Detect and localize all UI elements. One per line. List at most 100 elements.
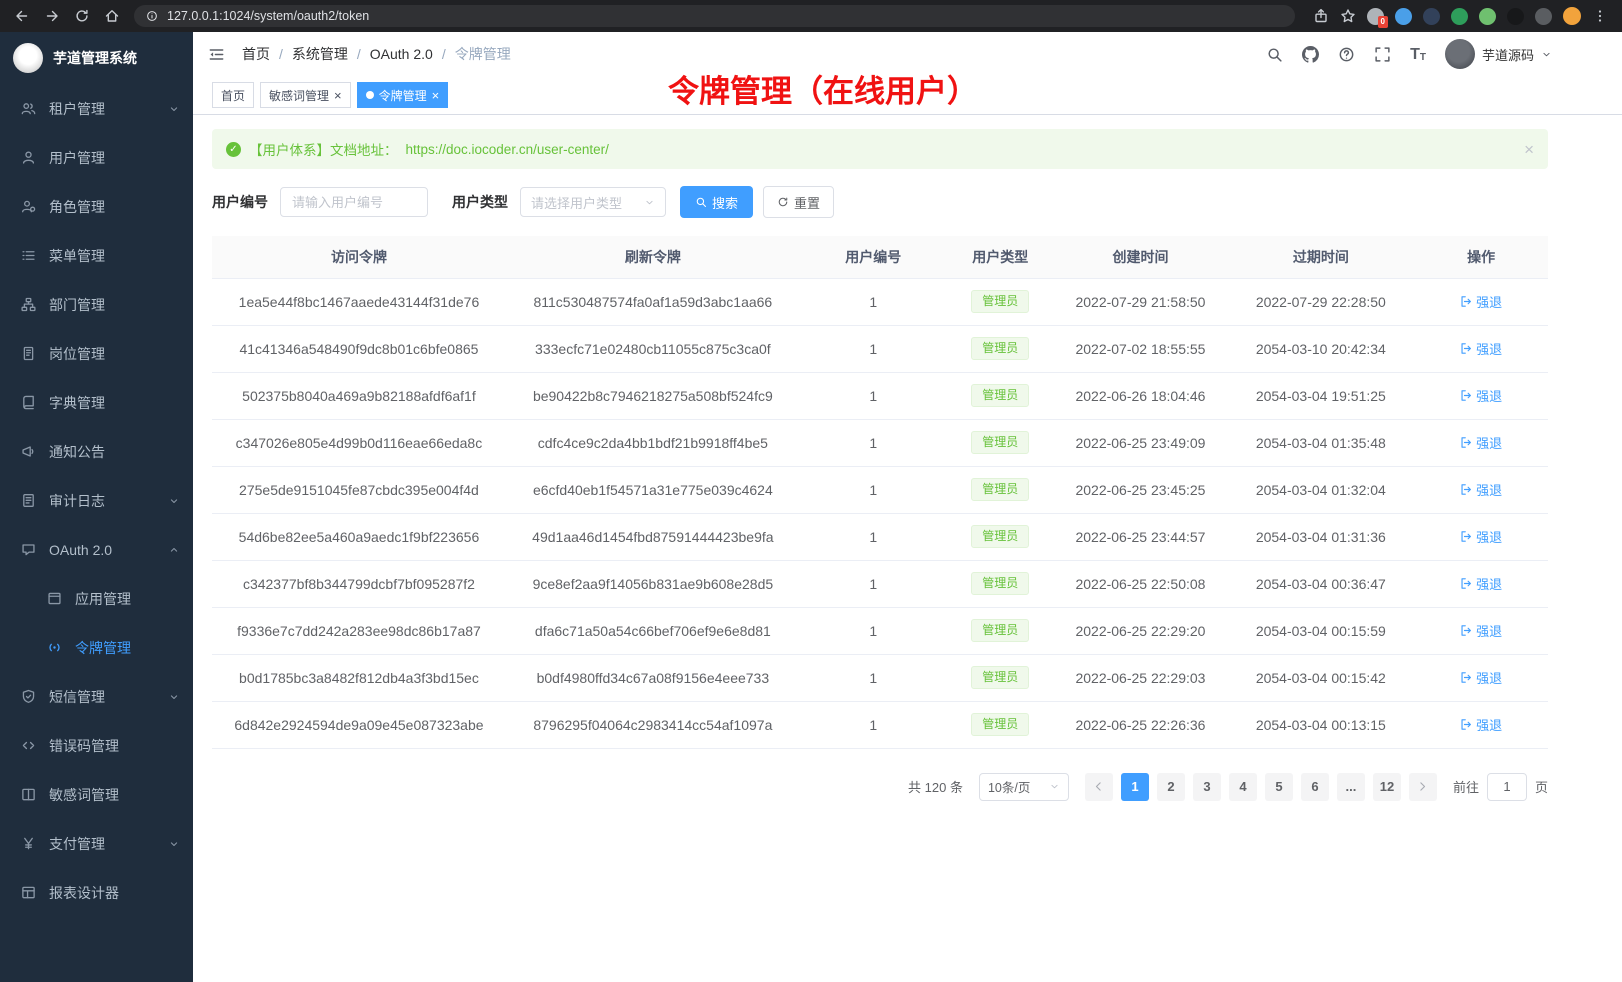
user-id-input[interactable] (280, 187, 428, 217)
sidebar-item-errcode[interactable]: 错误码管理 (0, 721, 193, 770)
sidebar-item-menu[interactable]: 菜单管理 (0, 231, 193, 280)
audit-icon (21, 493, 36, 508)
extension-navy-icon[interactable] (1423, 8, 1440, 25)
tab-item[interactable]: 令牌管理× (357, 82, 449, 108)
force-logout-button[interactable]: 强退 (1460, 480, 1502, 499)
sidebar-collapse-icon[interactable] (208, 46, 225, 63)
actions-cell: 强退 (1414, 560, 1548, 607)
user-menu[interactable]: 芋道源码 (1445, 39, 1552, 69)
forward-icon[interactable] (44, 8, 60, 24)
user-type-cell: 管理员 (947, 325, 1054, 372)
extension-green-icon[interactable] (1451, 8, 1468, 25)
page-button-2[interactable]: 2 (1157, 773, 1185, 801)
force-logout-button[interactable]: 强退 (1460, 621, 1502, 640)
user-id-cell: 1 (800, 560, 947, 607)
active-tab-dot (366, 91, 374, 99)
extension-puzzle-icon[interactable]: 0 (1367, 8, 1384, 25)
extension-gray-icon[interactable] (1535, 8, 1552, 25)
page-button-6[interactable]: 6 (1301, 773, 1329, 801)
breadcrumb-item[interactable]: 系统管理 (292, 44, 348, 64)
force-logout-label: 强退 (1476, 292, 1502, 311)
more-pages-button[interactable]: ... (1337, 773, 1365, 801)
sidebar-item-app[interactable]: 应用管理 (0, 574, 193, 623)
table-row: f9336e7c7dd242a283ee98dc86b17a87dfa6c71a… (212, 607, 1548, 654)
fullscreen-icon[interactable] (1374, 46, 1391, 63)
sidebar-item-oauth[interactable]: OAuth 2.0 (0, 525, 193, 574)
sidebar-menu: 租户管理用户管理角色管理菜单管理部门管理岗位管理字典管理通知公告审计日志OAut… (0, 84, 193, 917)
share-icon[interactable] (1313, 8, 1329, 24)
bookmark-star-icon[interactable] (1340, 8, 1356, 24)
access-token-cell: c347026e805e4d99b0d116eae66eda8c (212, 419, 506, 466)
tab-close-icon[interactable]: × (432, 89, 440, 102)
expires-at-cell: 2054-03-10 20:42:34 (1227, 325, 1414, 372)
force-logout-button[interactable]: 强退 (1460, 292, 1502, 311)
force-logout-button[interactable]: 强退 (1460, 433, 1502, 452)
address-bar[interactable]: 127.0.0.1:1024/system/oauth2/token (134, 5, 1295, 27)
tab-item[interactable]: 首页 (212, 82, 254, 108)
sidebar-item-post[interactable]: 岗位管理 (0, 329, 193, 378)
sidebar-item-sensitive[interactable]: 敏感词管理 (0, 770, 193, 819)
page-button-4[interactable]: 4 (1229, 773, 1257, 801)
sidebar-item-notice[interactable]: 通知公告 (0, 427, 193, 476)
page-button-12[interactable]: 12 (1373, 773, 1401, 801)
breadcrumb-item[interactable]: 令牌管理 (455, 44, 511, 64)
tab-item[interactable]: 敏感词管理× (260, 82, 351, 108)
dict-icon (21, 395, 36, 410)
sidebar-item-tenant[interactable]: 租户管理 (0, 84, 193, 133)
search-button[interactable]: 搜索 (680, 186, 753, 218)
sidebar-item-dict[interactable]: 字典管理 (0, 378, 193, 427)
app-logo[interactable]: 芋道管理系统 (0, 32, 193, 84)
page-button-5[interactable]: 5 (1265, 773, 1293, 801)
page-button-1[interactable]: 1 (1121, 773, 1149, 801)
extension-blue-icon[interactable] (1395, 8, 1412, 25)
next-page-button[interactable] (1409, 773, 1437, 801)
prev-page-button[interactable] (1085, 773, 1113, 801)
filter-form: 用户编号 用户类型 请选择用户类型 搜索 重置 (212, 186, 1548, 218)
browser-menu-icon[interactable] (1592, 8, 1608, 24)
help-icon[interactable] (1338, 46, 1355, 63)
reload-icon[interactable] (74, 8, 90, 24)
force-logout-button[interactable]: 强退 (1460, 386, 1502, 405)
sidebar-item-role[interactable]: 角色管理 (0, 182, 193, 231)
force-logout-button[interactable]: 强退 (1460, 339, 1502, 358)
force-logout-button[interactable]: 强退 (1460, 715, 1502, 734)
user-id-cell: 1 (800, 419, 947, 466)
force-logout-button[interactable]: 强退 (1460, 527, 1502, 546)
sidebar-item-sms[interactable]: 短信管理 (0, 672, 193, 721)
home-icon[interactable] (104, 8, 120, 24)
chevron-down-icon (168, 838, 180, 850)
sidebar-item-token[interactable]: 令牌管理 (0, 623, 193, 672)
extension-lightgreen-icon[interactable] (1479, 8, 1496, 25)
site-info-icon[interactable] (146, 10, 158, 22)
user-type-badge: 管理员 (971, 337, 1029, 361)
breadcrumb-item[interactable]: OAuth 2.0 (370, 46, 433, 62)
font-size-icon[interactable]: TT (1410, 46, 1426, 63)
reset-button[interactable]: 重置 (763, 186, 834, 218)
search-icon[interactable] (1266, 46, 1283, 63)
select-caret-icon (644, 197, 655, 208)
page-size-select[interactable]: 10条/页 (979, 773, 1069, 801)
sidebar-item-report[interactable]: 报表设计器 (0, 868, 193, 917)
extension-black-icon[interactable] (1507, 8, 1524, 25)
sidebar-item-user[interactable]: 用户管理 (0, 133, 193, 182)
table-header-row: 访问令牌刷新令牌用户编号用户类型创建时间过期时间操作 (212, 236, 1548, 278)
info-alert: ✓ 【用户体系】文档地址： https://doc.iocoder.cn/use… (212, 129, 1548, 169)
user-type-select[interactable]: 请选择用户类型 (520, 187, 666, 217)
breadcrumb-item[interactable]: 首页 (242, 44, 270, 64)
profile-avatar-icon[interactable] (1563, 7, 1581, 25)
refresh-token-cell: 49d1aa46d1454fbd87591444423be9fa (506, 513, 800, 560)
back-icon[interactable] (14, 8, 30, 24)
tab-close-icon[interactable]: × (334, 89, 342, 102)
alert-link[interactable]: https://doc.iocoder.cn/user-center/ (406, 142, 609, 157)
page-button-3[interactable]: 3 (1193, 773, 1221, 801)
goto-page-input[interactable] (1487, 773, 1527, 801)
expires-at-cell: 2054-03-04 00:15:59 (1227, 607, 1414, 654)
sidebar-item-audit[interactable]: 审计日志 (0, 476, 193, 525)
created-at-cell: 2022-06-25 23:45:25 (1054, 466, 1228, 513)
force-logout-button[interactable]: 强退 (1460, 574, 1502, 593)
sidebar-item-pay[interactable]: 支付管理 (0, 819, 193, 868)
github-icon[interactable] (1302, 46, 1319, 63)
force-logout-button[interactable]: 强退 (1460, 668, 1502, 687)
alert-close-icon[interactable]: × (1524, 141, 1534, 158)
sidebar-item-dept[interactable]: 部门管理 (0, 280, 193, 329)
